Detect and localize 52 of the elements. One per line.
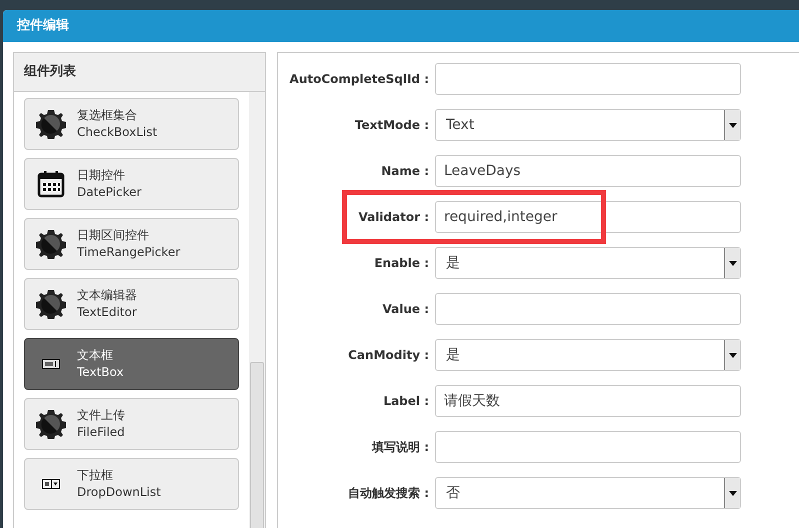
panel-title: 组件列表: [24, 63, 76, 82]
component-item[interactable]: 日期区间控件 TimeRangePicker: [24, 218, 239, 270]
field-label: Value :: [382, 301, 430, 318]
input-field[interactable]: [435, 63, 741, 95]
component-item[interactable]: 日期控件 DatePicker: [24, 158, 239, 210]
input-field[interactable]: required,integer: [435, 201, 741, 233]
dialog-title: 控件编辑: [17, 16, 69, 36]
scrollbar[interactable]: [249, 92, 265, 528]
component-name: 文本编辑器: [77, 287, 137, 304]
gear-icon: [36, 289, 66, 319]
component-type: TextEditor: [77, 304, 137, 321]
field-label: AutoCompleteSqlId :: [288, 71, 430, 88]
field-label: 填写说明 :: [370, 439, 430, 456]
input-field[interactable]: 请假天数: [435, 385, 741, 417]
component-item[interactable]: 文本编辑器 TextEditor: [24, 278, 239, 330]
component-type: DatePicker: [77, 184, 142, 201]
dropdown-icon: [42, 479, 60, 489]
gear-icon: [36, 109, 66, 139]
field-label: CanModity :: [347, 347, 430, 364]
dropdown-field[interactable]: Text: [435, 109, 741, 141]
component-type: TimeRangePicker: [77, 244, 180, 261]
component-name: 文件上传: [77, 407, 125, 424]
component-item[interactable]: 复选框集合 CheckBoxList: [24, 98, 239, 150]
dropdown-field[interactable]: 否: [435, 477, 741, 509]
component-type: FileFiled: [77, 424, 125, 441]
component-name: 文本框: [77, 347, 114, 364]
component-item[interactable]: 文本框 TextBox: [24, 338, 239, 390]
field-label: 自动触发搜索 :: [347, 485, 430, 502]
calendar-icon: [37, 170, 65, 198]
field-label: Validator :: [357, 209, 430, 226]
field-label: Label :: [382, 393, 430, 410]
textbox-icon: [42, 359, 60, 369]
component-name: 日期控件: [77, 167, 126, 184]
component-type: TextBox: [77, 364, 124, 381]
dropdown-field[interactable]: 是: [435, 339, 741, 371]
component-name: 复选框集合: [77, 107, 138, 124]
component-name: 日期区间控件: [77, 227, 150, 244]
scrollbar-thumb[interactable]: [250, 362, 264, 528]
field-label: Name :: [380, 163, 430, 180]
component-name: 下拉框: [77, 467, 114, 484]
input-field[interactable]: LeaveDays: [435, 155, 741, 187]
component-type: DropDownList: [77, 484, 161, 501]
component-item[interactable]: 下拉框 DropDownList: [24, 458, 239, 510]
component-type: CheckBoxList: [77, 124, 158, 141]
dropdown-field[interactable]: 是: [435, 247, 741, 279]
gear-icon: [36, 409, 66, 439]
component-item[interactable]: 文件上传 FileFiled: [24, 398, 239, 450]
gear-icon: [36, 229, 66, 259]
input-field[interactable]: [435, 293, 741, 325]
input-field[interactable]: [435, 431, 741, 463]
field-label: Enable :: [373, 255, 430, 272]
field-label: TextMode :: [354, 117, 430, 134]
